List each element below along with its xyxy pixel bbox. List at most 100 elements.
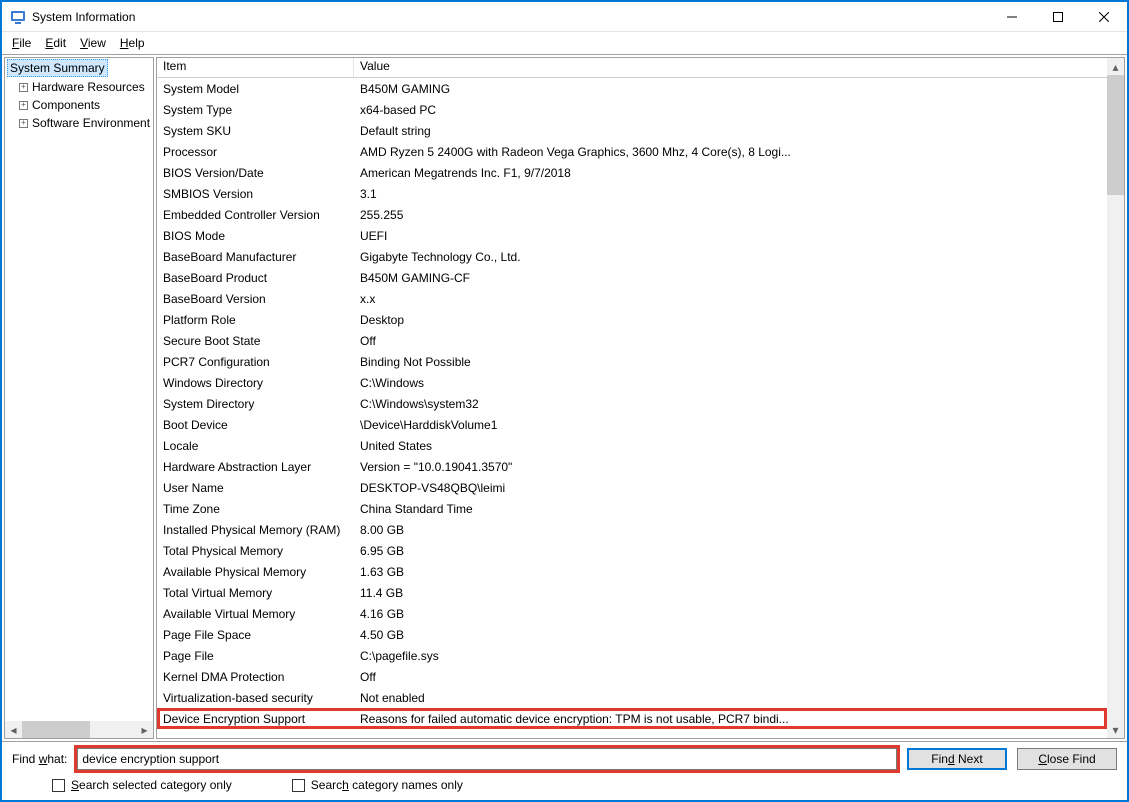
cell-value: Binding Not Possible	[354, 355, 834, 369]
tree-item-label: Components	[32, 97, 100, 113]
maximize-button[interactable]	[1035, 2, 1081, 32]
table-row[interactable]: Device Encryption SupportReasons for fai…	[157, 708, 1107, 729]
table-row[interactable]: Platform RoleDesktop	[157, 309, 1107, 330]
table-row[interactable]: Embedded Controller Version255.255	[157, 204, 1107, 225]
cell-value: 1.63 GB	[354, 565, 834, 579]
category-tree[interactable]: System Summary +Hardware Resources + Comp…	[4, 57, 154, 739]
table-row[interactable]: BIOS ModeUEFI	[157, 225, 1107, 246]
expand-icon[interactable]: +	[19, 101, 28, 110]
cell-value: UEFI	[354, 229, 834, 243]
scroll-right-icon[interactable]: ▸	[136, 721, 153, 738]
menu-edit[interactable]: Edit	[39, 35, 72, 51]
table-row[interactable]: System SKUDefault string	[157, 120, 1107, 141]
table-row[interactable]: Hardware Abstraction LayerVersion = "10.…	[157, 456, 1107, 477]
content-area: System Summary +Hardware Resources + Comp…	[2, 54, 1127, 741]
cell-item: Locale	[157, 439, 354, 453]
expand-icon[interactable]: +	[19, 83, 28, 92]
scrollbar-thumb[interactable]	[1107, 75, 1124, 195]
table-row[interactable]: System ModelB450M GAMING	[157, 78, 1107, 99]
grid-body[interactable]: System ModelB450M GAMINGSystem Typex64-b…	[157, 78, 1107, 738]
tree-root-label: System Summary	[7, 59, 108, 77]
find-next-button[interactable]: Find Next	[907, 748, 1007, 770]
tree-root[interactable]: System Summary	[5, 58, 153, 78]
cell-item: Embedded Controller Version	[157, 208, 354, 222]
table-row[interactable]: Total Virtual Memory11.4 GB	[157, 582, 1107, 603]
cell-item: BaseBoard Manufacturer	[157, 250, 354, 264]
cell-value: C:\Windows\system32	[354, 397, 834, 411]
tree-horizontal-scrollbar[interactable]: ◂ ▸	[5, 721, 153, 738]
table-row[interactable]: Total Physical Memory6.95 GB	[157, 540, 1107, 561]
menu-view[interactable]: View	[74, 35, 112, 51]
cell-item: Boot Device	[157, 418, 354, 432]
cell-item: Hardware Abstraction Layer	[157, 460, 354, 474]
checkbox-label: Search selected category only	[71, 778, 232, 792]
cell-item: Processor	[157, 145, 354, 159]
cell-item: Page File	[157, 649, 354, 663]
menubar: File Edit View Help	[2, 32, 1127, 54]
table-row[interactable]: BaseBoard ProductB450M GAMING-CF	[157, 267, 1107, 288]
tree-item-components[interactable]: + Components	[5, 96, 153, 114]
table-row[interactable]: Virtualization-based securityNot enabled	[157, 687, 1107, 708]
cell-value: x.x	[354, 292, 834, 306]
column-header-value[interactable]: Value	[354, 58, 1124, 77]
table-row[interactable]: ProcessorAMD Ryzen 5 2400G with Radeon V…	[157, 141, 1107, 162]
find-input[interactable]	[77, 748, 897, 770]
cell-item: PCR7 Configuration	[157, 355, 354, 369]
checkbox-label: Search category names only	[311, 778, 463, 792]
table-row[interactable]: Windows DirectoryC:\Windows	[157, 372, 1107, 393]
cell-item: BIOS Mode	[157, 229, 354, 243]
tree-item-software[interactable]: + Software Environment	[5, 114, 153, 132]
scroll-left-icon[interactable]: ◂	[5, 721, 22, 738]
tree-item-label: Software Environment	[32, 115, 150, 131]
table-row[interactable]: System Typex64-based PC	[157, 99, 1107, 120]
table-row[interactable]: Kernel DMA ProtectionOff	[157, 666, 1107, 687]
table-row[interactable]: Time ZoneChina Standard Time	[157, 498, 1107, 519]
minimize-button[interactable]	[989, 2, 1035, 32]
table-row[interactable]: LocaleUnited States	[157, 435, 1107, 456]
cell-item: User Name	[157, 481, 354, 495]
table-row[interactable]: Available Physical Memory1.63 GB	[157, 561, 1107, 582]
cell-item: Total Virtual Memory	[157, 586, 354, 600]
menu-file[interactable]: File	[6, 35, 37, 51]
scroll-up-icon[interactable]: ▴	[1107, 58, 1124, 75]
table-row[interactable]: Available Virtual Memory4.16 GB	[157, 603, 1107, 624]
cell-item: Time Zone	[157, 502, 354, 516]
checkbox-icon	[292, 779, 305, 792]
menu-help[interactable]: Help	[114, 35, 151, 51]
table-row[interactable]: PCR7 ConfigurationBinding Not Possible	[157, 351, 1107, 372]
close-button[interactable]	[1081, 2, 1127, 32]
search-selected-only-checkbox[interactable]: Search selected category only	[52, 778, 232, 792]
scrollbar-thumb[interactable]	[22, 721, 90, 738]
table-row[interactable]: Boot Device\Device\HarddiskVolume1	[157, 414, 1107, 435]
close-find-button[interactable]: Close Find	[1017, 748, 1117, 770]
table-row[interactable]: BIOS Version/DateAmerican Megatrends Inc…	[157, 162, 1107, 183]
cell-value: B450M GAMING-CF	[354, 271, 834, 285]
cell-value: Not enabled	[354, 691, 834, 705]
table-row[interactable]: Secure Boot StateOff	[157, 330, 1107, 351]
table-row[interactable]: Page File Space4.50 GB	[157, 624, 1107, 645]
table-row[interactable]: BaseBoard Versionx.x	[157, 288, 1107, 309]
table-row[interactable]: BaseBoard ManufacturerGigabyte Technolog…	[157, 246, 1107, 267]
table-row[interactable]: SMBIOS Version3.1	[157, 183, 1107, 204]
tree-item-hardware[interactable]: +Hardware Resources	[5, 78, 153, 96]
table-row[interactable]: System DirectoryC:\Windows\system32	[157, 393, 1107, 414]
table-row[interactable]: User NameDESKTOP-VS48QBQ\leimi	[157, 477, 1107, 498]
expand-icon[interactable]: +	[19, 119, 28, 128]
grid-vertical-scrollbar[interactable]: ▴ ▾	[1107, 58, 1124, 738]
titlebar: System Information	[2, 2, 1127, 32]
scroll-down-icon[interactable]: ▾	[1107, 721, 1124, 738]
cell-value: 11.4 GB	[354, 586, 834, 600]
app-icon	[10, 9, 26, 25]
cell-value: Reasons for failed automatic device encr…	[354, 712, 834, 726]
search-category-names-only-checkbox[interactable]: Search category names only	[292, 778, 463, 792]
cell-value: 4.50 GB	[354, 628, 834, 642]
cell-value: C:\pagefile.sys	[354, 649, 834, 663]
msinfo32-window: System Information File Edit View Help S…	[0, 0, 1129, 802]
table-row[interactable]: Installed Physical Memory (RAM)8.00 GB	[157, 519, 1107, 540]
column-header-item[interactable]: Item	[157, 58, 354, 77]
cell-item: Total Physical Memory	[157, 544, 354, 558]
cell-value: Desktop	[354, 313, 834, 327]
table-row[interactable]: Page FileC:\pagefile.sys	[157, 645, 1107, 666]
cell-value: C:\Windows	[354, 376, 834, 390]
cell-value: Off	[354, 670, 834, 684]
